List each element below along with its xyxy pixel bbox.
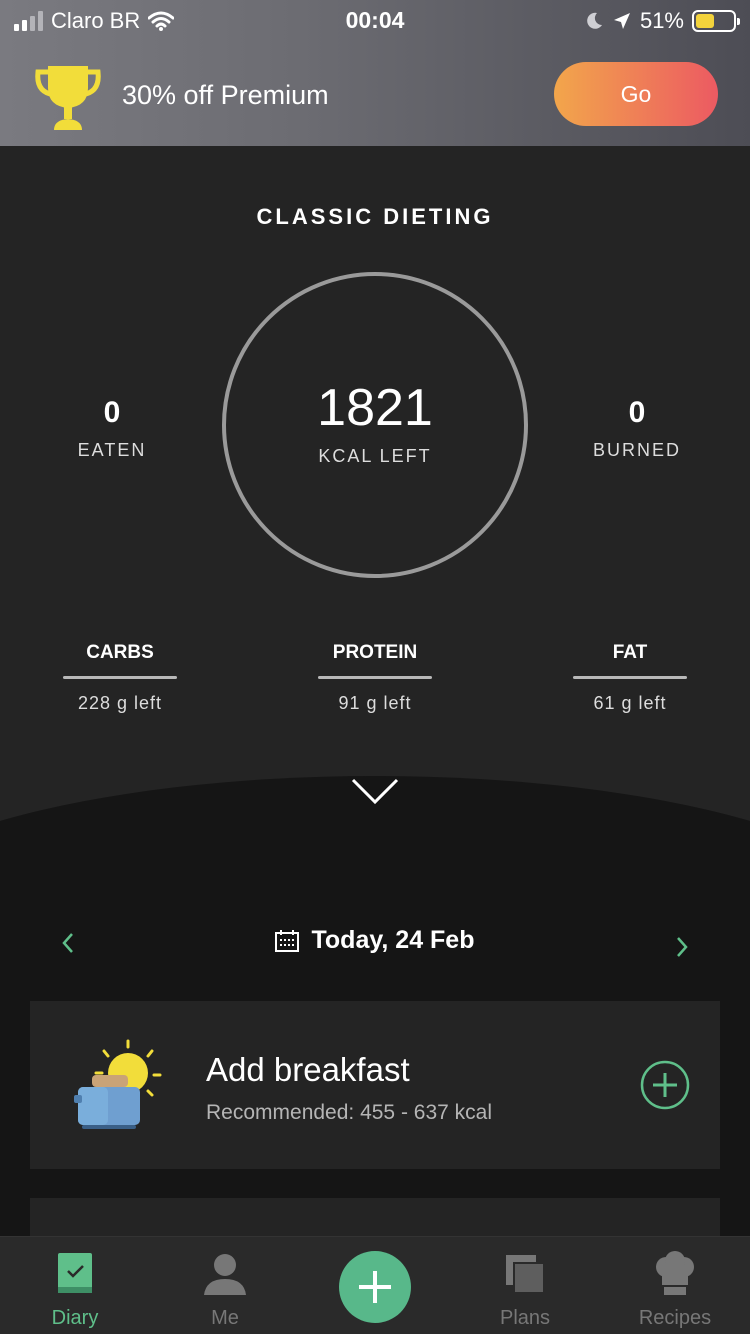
- battery-percent: 51%: [639, 8, 684, 33]
- trophy-icon: [35, 66, 101, 130]
- macro-carbs: CARBS 228 g left: [50, 642, 190, 714]
- date-label-group[interactable]: Today, 24 Feb: [0, 926, 750, 955]
- tab-diary[interactable]: Diary: [0, 1237, 150, 1334]
- macro-protein: PROTEIN 91 g left: [305, 642, 445, 714]
- diary-icon: [58, 1253, 92, 1293]
- battery-icon: [692, 10, 740, 32]
- tab-label: Me: [211, 1307, 239, 1329]
- location-arrow-icon: [613, 13, 630, 29]
- macro-fat: FAT 61 g left: [560, 642, 700, 714]
- burned-label: BURNED: [592, 440, 681, 460]
- chevron-down-icon[interactable]: [350, 776, 400, 806]
- add-food-button[interactable]: [339, 1251, 411, 1323]
- tab-label: Diary: [51, 1307, 99, 1329]
- promo-text: 30% off Premium: [122, 80, 329, 110]
- macro-bar: [318, 676, 432, 679]
- macro-bar: [63, 676, 177, 679]
- kcal-left-label: KCAL LEFT: [318, 446, 432, 466]
- person-icon: [204, 1254, 246, 1295]
- macro-left: 61 g left: [593, 693, 667, 713]
- tab-bar: Diary Me Plans Recipes: [0, 1236, 750, 1334]
- calendar-icon: [275, 929, 300, 952]
- date-navigator: Today, 24 Feb: [0, 918, 750, 966]
- plan-title: CLASSIC DIETING: [256, 204, 494, 229]
- chevron-right-icon[interactable]: [668, 928, 698, 964]
- burned-value: 0: [628, 396, 646, 429]
- kcal-left-value: 1821: [317, 379, 433, 437]
- calorie-summary: CLASSIC DIETING 0 EATEN 1821 KCAL LEFT 0…: [0, 146, 750, 826]
- chef-hat-icon: [656, 1251, 694, 1295]
- go-button[interactable]: Go: [554, 62, 718, 126]
- macro-left: 228 g left: [77, 693, 163, 713]
- promo-row: 30% off Premium Go: [0, 52, 750, 142]
- macro-left: 91 g left: [338, 693, 412, 713]
- date-label: Today, 24 Feb: [311, 926, 475, 954]
- tab-label: Plans: [499, 1307, 551, 1329]
- status-bar: Claro BR 00:04 51%: [0, 0, 750, 42]
- tab-recipes[interactable]: Recipes: [600, 1237, 750, 1334]
- macro-name: PROTEIN: [332, 642, 418, 663]
- tab-label: Recipes: [638, 1307, 712, 1329]
- promo-banner: Claro BR 00:04 51% 30% off Premium Go: [0, 0, 750, 146]
- status-right: 51%: [584, 8, 740, 34]
- macro-name: FAT: [612, 642, 648, 663]
- meal-title: Add breakfast: [206, 1051, 410, 1088]
- eaten-value: 0: [103, 396, 121, 429]
- breakfast-card[interactable]: Add breakfast Recommended: 455 - 637 kca…: [30, 1001, 720, 1169]
- meal-recommended: Recommended: 455 - 637 kcal: [206, 1101, 492, 1124]
- add-breakfast-button[interactable]: [640, 1060, 690, 1110]
- burned-stat: 0 BURNED: [557, 396, 717, 461]
- macro-name: CARBS: [86, 642, 154, 663]
- plus-icon: [359, 1271, 391, 1303]
- toaster-sun-icon: [74, 1039, 162, 1129]
- plans-icon: [506, 1255, 545, 1294]
- macro-bar: [573, 676, 687, 679]
- tab-me[interactable]: Me: [150, 1237, 300, 1334]
- eaten-label: EATEN: [77, 440, 147, 460]
- tab-plans[interactable]: Plans: [450, 1237, 600, 1334]
- eaten-stat: 0 EATEN: [32, 396, 192, 461]
- moon-icon: [587, 12, 602, 29]
